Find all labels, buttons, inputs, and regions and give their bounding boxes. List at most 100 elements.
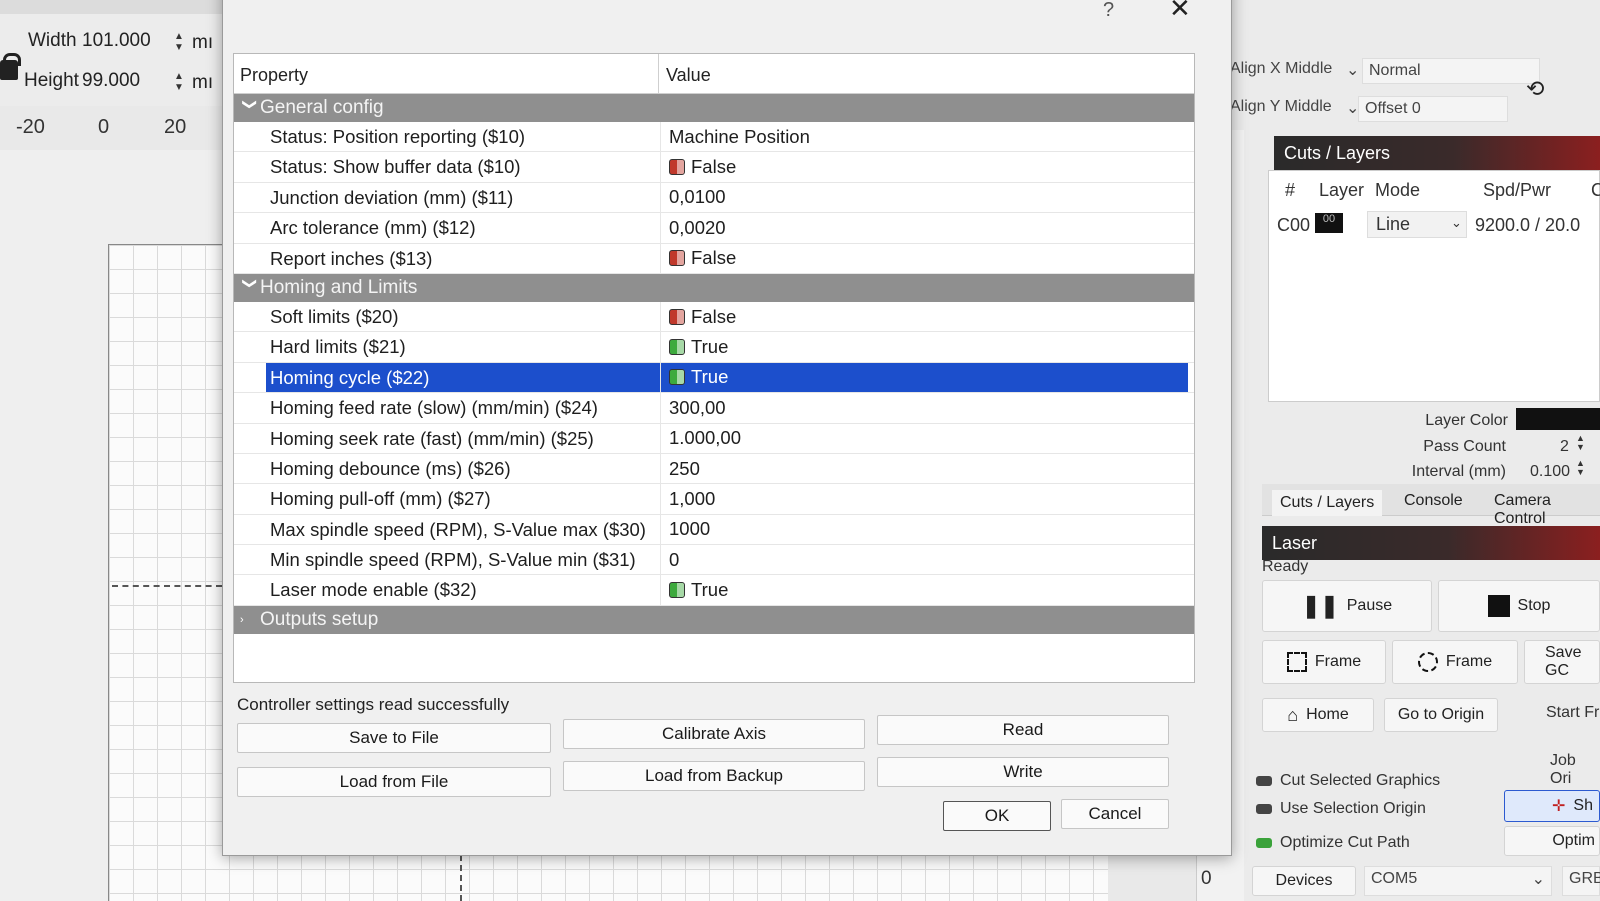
value-text: True [691,366,729,388]
toggle-true-icon[interactable] [669,339,685,356]
load-from-backup-button[interactable]: Load from Backup [563,761,865,791]
setting-value[interactable]: 300,00 [660,393,726,423]
cuts-layers-table[interactable]: # Layer Mode Spd/Pwr C C00 00 Line ⌄ 920… [1268,170,1600,402]
setting-row-selected[interactable]: Homing cycle ($22) True [234,362,1194,394]
setting-value[interactable]: 0 [660,545,679,575]
settings-tree[interactable]: Property Value ❯ General config Status: … [233,53,1195,683]
setting-row[interactable]: Status: Position reporting ($10) Machine … [234,122,1194,153]
tab-cuts-layers[interactable]: Cuts / Layers [1272,490,1383,516]
column-header-value: Value [666,65,711,85]
frame-label: Frame [1445,653,1493,670]
align-y-combo[interactable]: Align Y Middle [1230,98,1332,116]
setting-row[interactable]: Hard limits ($21) True [234,332,1194,363]
close-icon[interactable]: ✕ [1169,0,1191,21]
go-to-origin-button[interactable]: Go to Origin [1384,698,1498,732]
setting-row[interactable]: Junction deviation (mm) ($11) 0,0100 [234,182,1194,214]
lock-icon[interactable] [0,53,21,80]
setting-row[interactable]: Homing pull-off (mm) ($27) 1,000 [234,484,1194,515]
height-spinner[interactable]: ▲ ▼ [172,71,186,93]
setting-row[interactable]: Arc tolerance (mm) ($12) 0,0020 [234,213,1194,244]
frame-button[interactable]: Frame [1262,640,1386,684]
setting-row[interactable]: Homing seek rate (fast) (mm/min) ($25) 1.… [234,423,1194,454]
device-combo[interactable]: GRB [1562,866,1600,896]
devices-button[interactable]: Devices [1252,866,1356,896]
stop-icon [1487,595,1510,617]
group-homing-and-limits[interactable]: ❯ Homing and Limits [234,273,1194,302]
interval-spinner[interactable]: ▲ ▼ [1576,459,1585,477]
optimization-settings-button[interactable]: Optim [1504,826,1600,856]
group-outputs-setup[interactable]: › Outputs setup [234,605,1194,634]
value-text: False [691,305,737,327]
setting-row[interactable]: Report inches ($13) False [234,243,1194,274]
setting-row[interactable]: Status: Show buffer data ($10) False [234,152,1194,183]
setting-value[interactable]: Machine Position [660,122,810,152]
write-button[interactable]: Write [877,757,1169,787]
save-gcode-button[interactable]: Save GC [1524,640,1600,684]
tab-console[interactable]: Console [1396,488,1471,514]
home-button[interactable]: ⌂ Home [1262,698,1374,732]
layer-color-picker[interactable] [1516,408,1600,430]
column-separator [658,54,659,94]
setting-value[interactable]: True [660,575,728,605]
setting-value[interactable]: False [660,152,736,182]
interval-field[interactable]: 0.100 [1530,463,1570,481]
setting-value[interactable]: False [660,301,737,332]
job-origin-label: Job Ori [1550,752,1576,787]
load-from-file-button[interactable]: Load from File [237,767,551,797]
layer-color-swatch[interactable]: 00 [1315,213,1343,233]
width-field[interactable]: 101.000 [82,30,151,52]
toggle-true-icon[interactable] [669,582,685,599]
setting-row[interactable]: Laser mode enable ($32) True [234,575,1194,606]
setting-row[interactable]: Homing feed rate (slow) (mm/min) ($24) 30… [234,393,1194,424]
rotate-icon[interactable]: ⟲ [1526,76,1544,102]
toggle-false-icon[interactable] [669,159,685,176]
value-text: 250 [669,457,700,479]
toggle-true-icon[interactable] [669,369,685,386]
cancel-button[interactable]: Cancel [1061,799,1169,829]
toggle-false-icon[interactable] [669,308,685,325]
group-general-config[interactable]: ❯ General config [234,94,1194,122]
setting-value[interactable]: True [660,362,1188,393]
pause-button[interactable]: ❚❚ Pause [1262,580,1432,632]
optimize-cut-path-checkbox[interactable]: Optimize Cut Path [1256,834,1410,852]
pass-count-field[interactable]: 2 [1560,438,1569,456]
setting-row[interactable]: Min spindle speed (RPM), S-Value min ($3… [234,545,1194,576]
toggle-false-icon[interactable] [669,250,685,267]
port-combo[interactable]: COM5 ⌄ [1364,866,1552,896]
setting-row[interactable]: Soft limits ($20) False [234,301,1194,333]
setting-name: Soft limits ($20) [270,305,399,327]
calibrate-axis-button[interactable]: Calibrate Axis [563,719,865,749]
width-spinner[interactable]: ▲ ▼ [172,31,186,53]
save-to-file-button[interactable]: Save to File [237,723,551,753]
read-button[interactable]: Read [877,715,1169,745]
setting-value[interactable]: 1000 [660,514,710,545]
normal-combo[interactable]: Normal [1362,58,1540,84]
layer-id: C00 [1277,215,1311,235]
setting-value[interactable]: 1.000,00 [660,423,741,453]
setting-row[interactable]: Max spindle speed (RPM), S-Value max ($3… [234,514,1194,546]
offset-combo[interactable]: Offset 0 [1358,96,1508,122]
setting-value[interactable]: 0,0100 [660,182,726,213]
setting-row[interactable]: Homing debounce (ms) ($26) 250 [234,453,1194,485]
align-x-combo[interactable]: Align X Middle [1230,60,1332,78]
pass-count-spinner[interactable]: ▲ ▼ [1576,434,1585,452]
help-icon[interactable]: ? [1103,0,1114,22]
value-text: True [691,336,729,358]
height-field[interactable]: 99.000 [82,70,140,92]
stop-button[interactable]: Stop [1438,580,1600,632]
setting-value[interactable]: 0,0020 [660,213,726,243]
rubber-band-frame-button[interactable]: Frame [1392,640,1518,684]
show-last-position-button[interactable]: ✛ Sh [1504,790,1600,822]
use-selection-origin-checkbox[interactable]: Use Selection Origin [1256,800,1426,818]
setting-name: Homing feed rate (slow) (mm/min) ($24) [270,397,598,419]
setting-name: Hard limits ($21) [270,336,406,358]
cut-selected-graphics-checkbox[interactable]: Cut Selected Graphics [1256,772,1440,790]
setting-value[interactable]: 1,000 [660,484,715,514]
height-label: Height [24,70,79,91]
setting-value[interactable]: True [660,332,729,362]
setting-value[interactable]: False [660,243,736,273]
laser-header: Laser [1262,526,1600,560]
ok-button[interactable]: OK [943,801,1051,831]
setting-value[interactable]: 250 [660,453,700,484]
grbl-settings-dialog: ? ✕ Property Value ❯ General config Stat… [222,0,1232,856]
